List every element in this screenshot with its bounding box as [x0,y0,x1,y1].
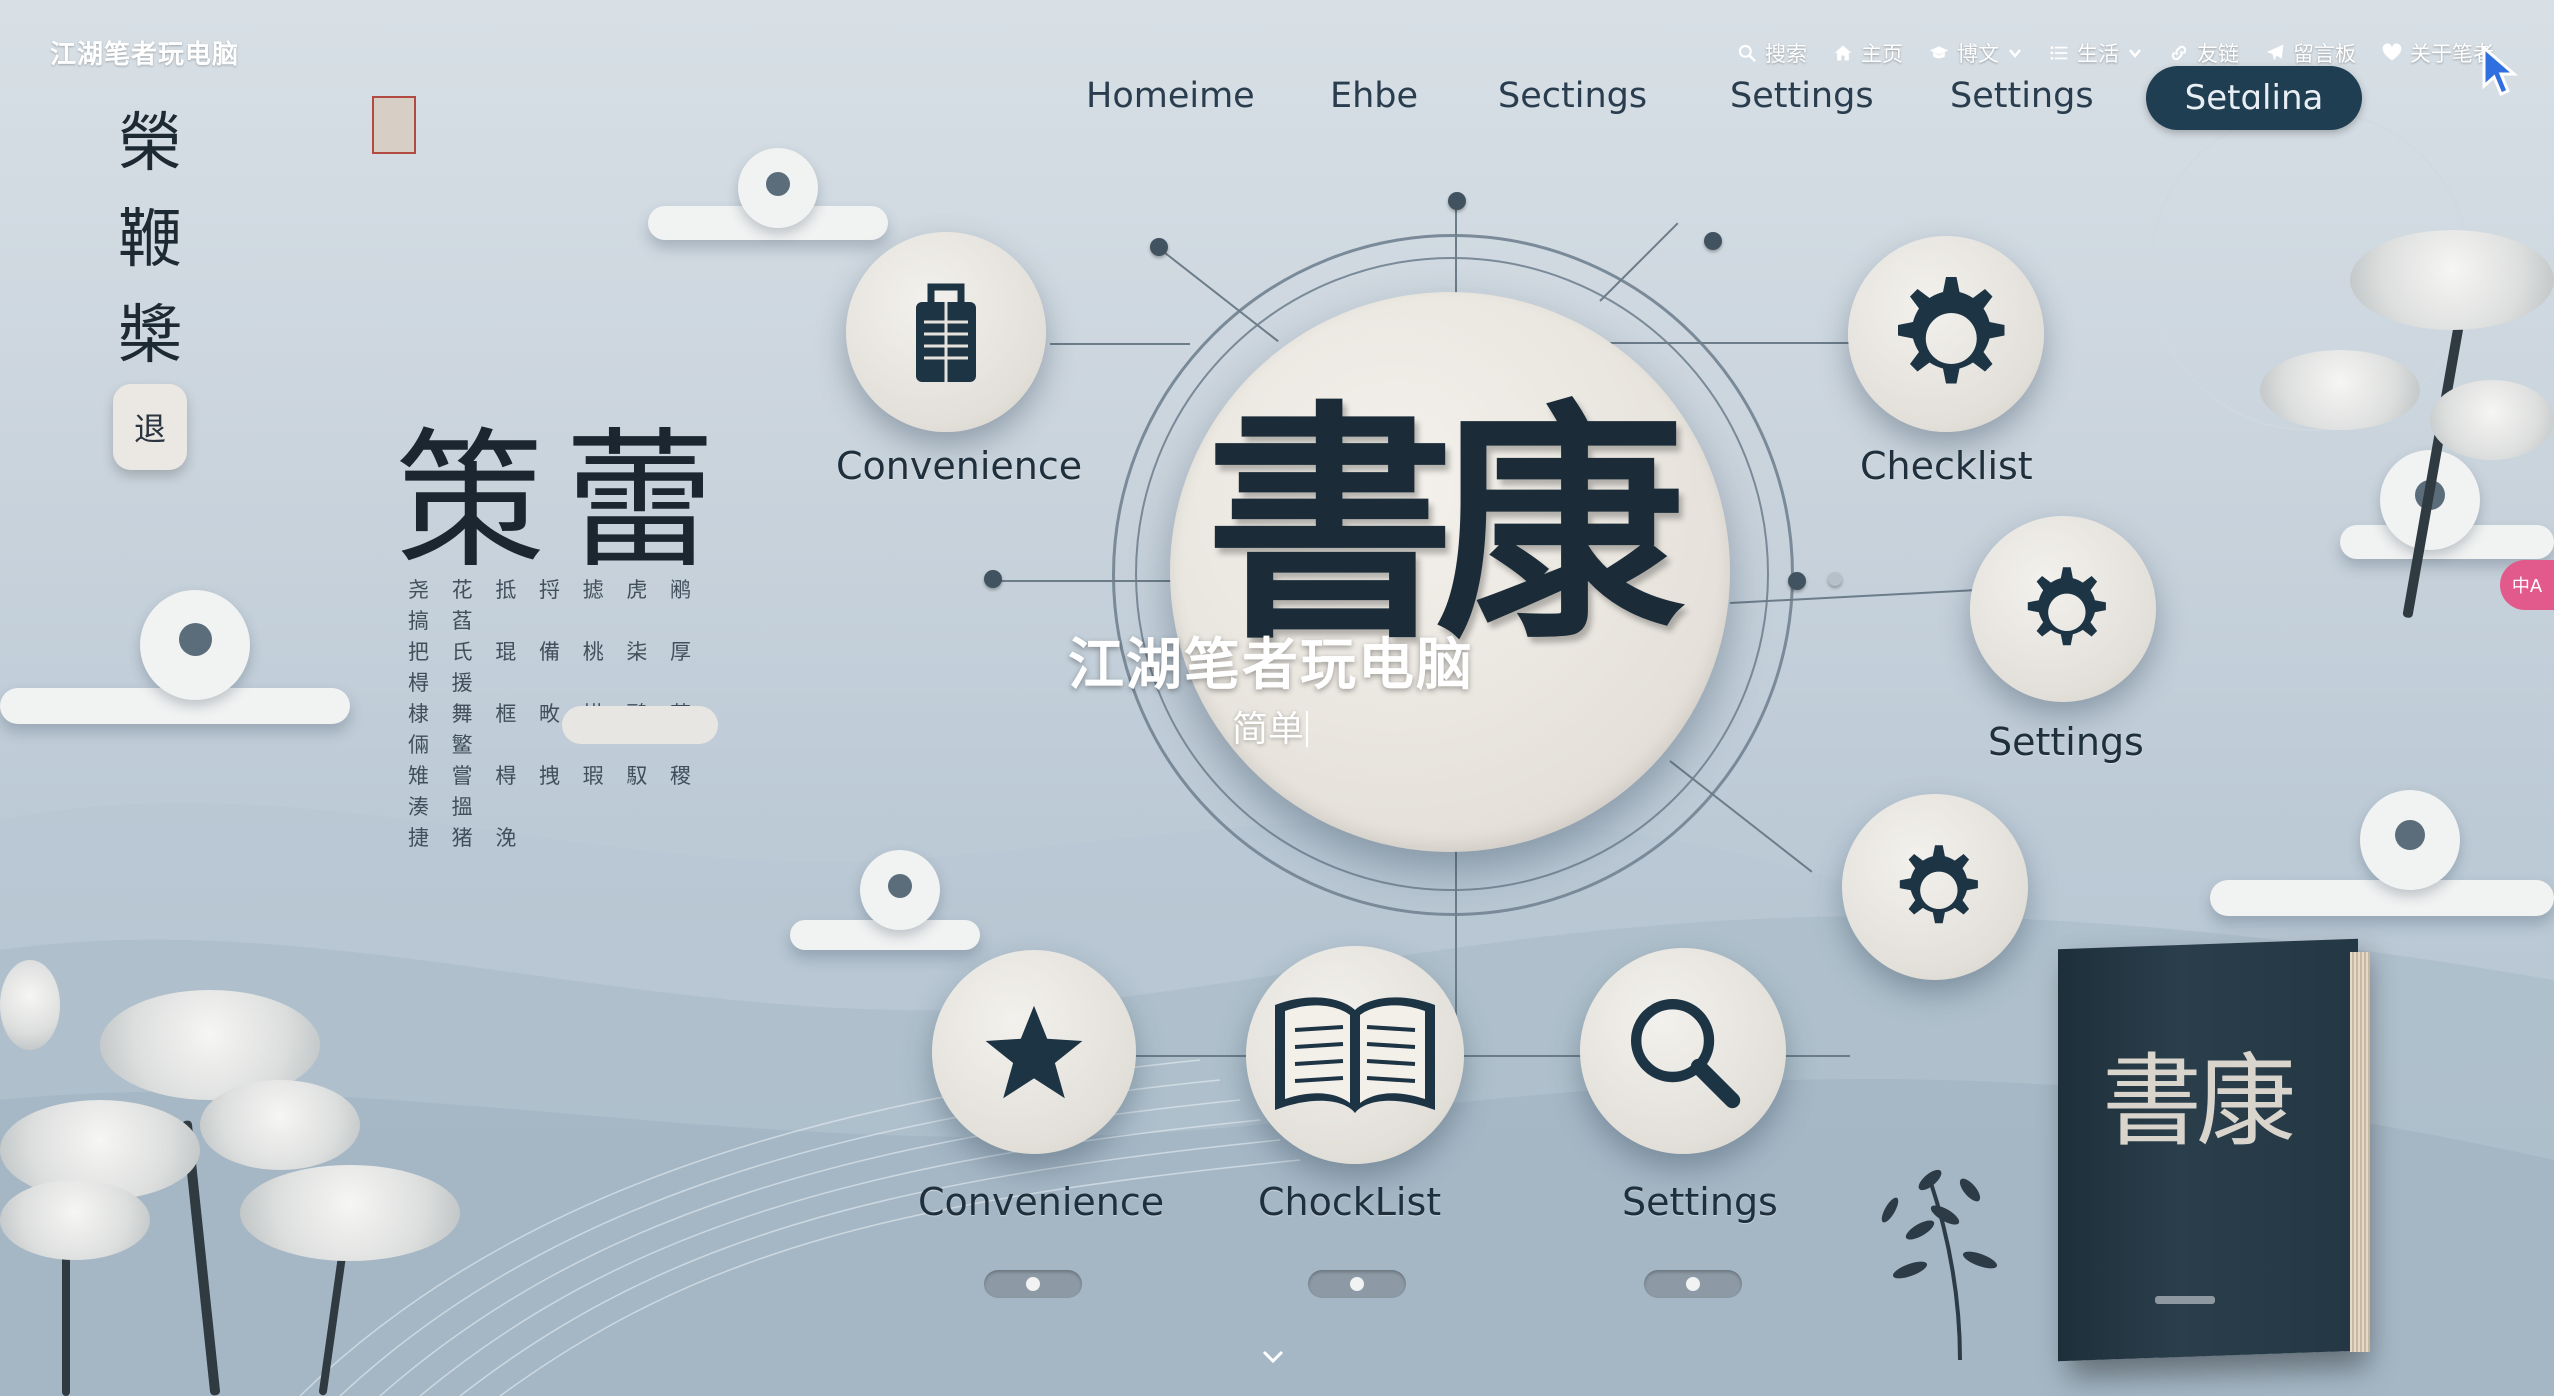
connector-line [1000,580,1180,582]
book-caption [2155,1296,2215,1304]
book-title-glyphs: 書康 [2102,1043,2296,1160]
nav-label: 搜索 [1765,42,1807,66]
hub-calligraphy: 書康 [1205,378,1685,672]
illustration-nav-pill: Setɑlina [2146,66,2362,130]
plant-decoration [1881,1169,1998,1360]
briefcase-icon [916,283,976,382]
nav-blog[interactable]: 博文 [1929,38,2023,68]
connector-pin [1788,572,1806,590]
nav-about[interactable]: 关于笔者 [2382,38,2494,68]
illustration-nav-item: Settings [1950,76,2094,116]
node-gear [1842,794,2028,980]
illustration-nav-item: Homeime [1086,76,1255,116]
tree-canopy [2260,350,2420,430]
nav-guestbook[interactable]: 留言板 [2265,38,2356,68]
home-icon [1834,45,1852,61]
illustration-nav-item: Sectings [1498,76,1648,116]
nav-label: 博文 [1957,42,1999,66]
node-book [1246,946,1464,1164]
star-icon [985,1005,1083,1099]
vertical-glyph: 鞭 [118,203,182,277]
nav-label: 生活 [2077,42,2119,66]
node-star [932,950,1136,1154]
tree-canopy [2350,230,2554,330]
chevron-down-icon [2129,49,2141,58]
node-label-settings-2: Settings [1622,1180,1778,1224]
nav-label: 留言板 [2293,42,2356,66]
top-navigation: 搜索 主页 博文 生活 友链 留言板 关于笔者 [1737,38,2494,68]
red-stamp [372,96,416,154]
tree-canopy [0,960,60,1050]
illustration-nav-item: Ehbe [1330,76,1419,116]
node-label-settings: Settings [1988,720,2144,764]
node-checklist [1848,236,2044,432]
gear-icon [1899,845,1978,924]
site-title[interactable]: 江湖笔者玩电脑 [50,34,239,71]
cloud-swirl [738,148,818,228]
nav-home[interactable]: 主页 [1833,38,1903,68]
tree-canopy [240,1165,460,1261]
page: 書康 Convenience Checklist Settings Conven… [0,0,2554,1399]
left-calligraphy-title: 策蕾 [395,415,736,589]
vertical-glyph: 槳 [118,299,182,373]
magnifier-icon [1631,998,1741,1109]
connector-pin [1704,232,1722,250]
gear-icon [2027,567,2106,646]
node-label-checklist: Checklist [1860,444,2033,488]
connector-pin [1448,192,1466,210]
node-indicator [984,1270,1082,1298]
connector-line [1050,343,1190,345]
tree-canopy [2430,380,2554,460]
cloud-swirl [860,850,940,930]
illustration-nav-item: Settings [1730,76,1874,116]
hero-banner: 書康 Convenience Checklist Settings Conven… [0,0,2554,1396]
chevron-down-icon [2009,49,2021,58]
gear-icon [1898,277,2005,384]
cloud-swirl [2360,790,2460,890]
node-label-chocklist: ChockList [1258,1180,1442,1224]
list-icon [2050,46,2068,60]
node-label-convenience: Convenience [836,444,1083,488]
book-icon [1275,997,1435,1113]
tree-canopy [0,1180,150,1260]
node-search [1580,948,1786,1154]
left-pill-label [562,706,718,744]
language-switch-badge[interactable]: 中A [2500,560,2554,610]
link-icon [2171,45,2187,61]
node-indicator [1644,1270,1742,1298]
graduation-cap-icon [1929,46,1949,59]
book-pages [2350,952,2370,1352]
nav-label: 主页 [1861,42,1903,66]
connector-pin [1828,572,1842,586]
tree-trunk [62,1240,70,1396]
paper-plane-icon [2266,44,2284,61]
nav-links[interactable]: 友链 [2169,38,2239,68]
search-icon [1738,44,1756,62]
text-caret [1306,711,1309,747]
cloud-decoration [2210,880,2554,916]
hero-subtitle: 简单 [1232,700,1309,752]
cloud-swirl [140,590,250,700]
seal-badge: 退 [113,384,187,470]
node-briefcase [846,232,1046,432]
nav-label: 友链 [2197,42,2239,66]
node-label-convenience-2: Convenience [918,1180,1165,1224]
chevron-down-icon [1262,1350,1284,1364]
node-indicator [1308,1270,1406,1298]
nav-search[interactable]: 搜索 [1737,38,1807,68]
scroll-down-arrow[interactable] [1258,1342,1288,1372]
mouse-cursor-icon [2482,46,2519,96]
connector-pin [1150,238,1168,256]
hero-title: 江湖笔者玩电脑 [1068,633,1474,698]
nav-life[interactable]: 生活 [2049,38,2143,68]
vertical-glyph: 榮 [118,107,182,181]
heart-icon [2382,43,2402,61]
connector-pin [984,570,1002,588]
tree-canopy [200,1080,360,1170]
typed-text: 简单 [1232,709,1305,750]
node-settings [1970,516,2156,702]
